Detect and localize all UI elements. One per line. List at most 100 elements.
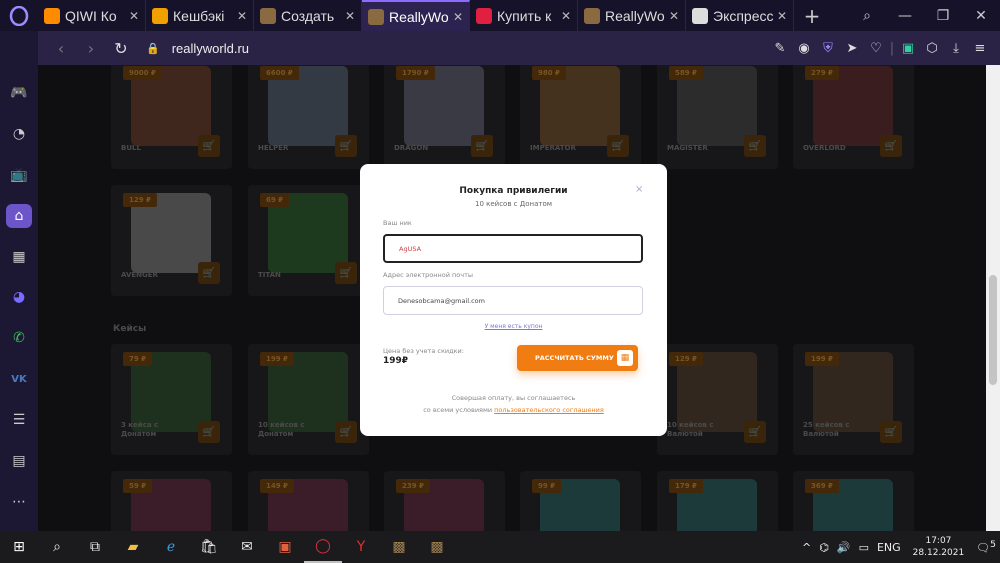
- terms-text: Совершая оплату, вы соглашаетесь со всем…: [360, 392, 667, 416]
- calculator-icon: ▦: [617, 350, 633, 366]
- tab-3[interactable]: ReallyWo ✕: [362, 0, 470, 31]
- scrollbar[interactable]: [986, 65, 1000, 531]
- extension-icon[interactable]: ▣: [896, 41, 920, 56]
- camera-icon[interactable]: ◉: [792, 41, 816, 56]
- tray-display-icon[interactable]: ▭: [855, 541, 873, 554]
- tab-close-icon[interactable]: ✕: [237, 9, 247, 23]
- send-icon[interactable]: ➤: [840, 41, 864, 56]
- minecraft-launcher-icon[interactable]: ▩: [418, 531, 456, 563]
- new-tab-button[interactable]: +: [794, 0, 830, 31]
- mail-icon[interactable]: ✉: [228, 531, 266, 563]
- terms-link[interactable]: пользовательского соглашения: [494, 406, 604, 414]
- tv-icon[interactable]: 📺: [6, 163, 32, 187]
- clock-date: 28.12.2021: [912, 548, 965, 558]
- edit-icon[interactable]: ✎: [768, 41, 792, 56]
- clock[interactable]: 17:07 28.12.2021: [905, 535, 973, 559]
- minecraft-icon[interactable]: ▩: [380, 531, 418, 563]
- tray-network-icon[interactable]: ⌬: [815, 541, 833, 554]
- tab-close-icon[interactable]: ✕: [453, 10, 463, 24]
- store-icon[interactable]: 🛍: [190, 531, 228, 563]
- messenger-icon[interactable]: ◕: [6, 286, 32, 310]
- terms-line-2-text: со всеми условиями: [423, 406, 493, 414]
- vpn-shield-icon[interactable]: ⛨: [816, 41, 840, 56]
- heart-icon[interactable]: ♡: [864, 41, 888, 56]
- cube-icon[interactable]: ⬡: [920, 41, 944, 56]
- notifications-icon[interactable]: 🗨5: [972, 539, 1000, 555]
- nick-label: Ваш ник: [383, 219, 412, 227]
- address-bar: ‹ › ↻ 🔒 reallyworld.ru ✎ ◉ ⛨ ➤ ♡ | ▣ ⬡ ⤓…: [38, 31, 1000, 65]
- edge-icon[interactable]: ℯ: [152, 531, 190, 563]
- back-icon[interactable]: ‹: [46, 39, 76, 58]
- terms-line-1: Совершая оплату, вы соглашаетесь: [451, 394, 576, 402]
- tab-1[interactable]: Кешбэкі ✕: [146, 0, 254, 31]
- search-icon[interactable]: ⌕: [38, 531, 76, 563]
- tab-5[interactable]: ReallyWo ✕: [578, 0, 686, 31]
- calculate-button-label: РАССЧИТАТЬ СУММУ: [535, 354, 614, 362]
- divider: |: [889, 40, 895, 56]
- windows-taskbar: ⊞ ⌕ ⧉ ▰ ℯ 🛍 ✉ ▣ ◯ Y ▩ ▩ ^ ⌬ 🔊 ▭ ENG 17:0…: [0, 531, 1000, 563]
- controller-icon[interactable]: ▦: [6, 245, 32, 269]
- modal-title: Покупка привилегии: [459, 186, 568, 196]
- tab-close-icon[interactable]: ✕: [669, 9, 679, 23]
- tab-6[interactable]: Экспресс ✕: [686, 0, 794, 31]
- email-input[interactable]: Denesobcama@gmail.com: [383, 286, 643, 315]
- lock-icon: 🔒: [146, 42, 160, 55]
- tab-2[interactable]: Создать ✕: [254, 0, 362, 31]
- opera-taskbar-icon[interactable]: ◯: [304, 531, 342, 563]
- coupon-link[interactable]: У меня есть купон: [360, 323, 667, 330]
- tab-close-icon[interactable]: ✕: [129, 9, 139, 23]
- close-window-icon[interactable]: ✕: [962, 0, 1000, 31]
- tab-title: QIWI Ко: [65, 7, 117, 24]
- purchase-modal: Покупка привилегии 10 кейсов с Донатом ×…: [360, 164, 667, 436]
- tab-close-icon[interactable]: ✕: [561, 9, 571, 23]
- tab-favicon-icon: [692, 7, 708, 24]
- system-tray: ^ ⌬ 🔊 ▭ ENG 17:07 28.12.2021 🗨5: [798, 535, 1000, 559]
- app-icon[interactable]: ▣: [266, 531, 304, 563]
- task-view-icon[interactable]: ⧉: [76, 531, 114, 563]
- gamepad-icon[interactable]: 🎮: [6, 81, 32, 105]
- scrollbar-thumb[interactable]: [989, 275, 997, 385]
- clock-time: 17:07: [925, 536, 952, 546]
- window-controls: ⌕ — ❐ ✕: [848, 0, 1000, 31]
- price-label: Цена без учета скидки:: [383, 347, 464, 355]
- chip-icon[interactable]: ▤: [6, 449, 32, 473]
- tray-volume-icon[interactable]: 🔊: [833, 541, 855, 554]
- more-icon[interactable]: ⋯: [6, 490, 32, 514]
- price-value: 199₽: [383, 356, 409, 366]
- tab-favicon-icon: [44, 7, 60, 24]
- tab-bar: QIWI Ко ✕ Кешбэкі ✕ Создать ✕ ReallyWo ✕ Купить …: [0, 0, 1000, 31]
- opera-sidebar: 🎮 ◔ 📺 ⌂ ▦ ◕ ✆ VK ☰ ▤ ⋯: [0, 31, 38, 531]
- opera-logo-icon[interactable]: [0, 0, 38, 31]
- file-explorer-icon[interactable]: ▰: [114, 531, 152, 563]
- tab-close-icon[interactable]: ✕: [777, 9, 787, 23]
- tab-0[interactable]: QIWI Ко ✕: [38, 0, 146, 31]
- tab-favicon-icon: [152, 7, 168, 24]
- menu-icon[interactable]: ≡: [968, 41, 992, 56]
- restore-icon[interactable]: ❐: [924, 0, 962, 31]
- tab-title: Купить к: [497, 7, 552, 24]
- download-icon[interactable]: ⤓: [944, 41, 968, 56]
- tab-title: Экспресс: [713, 7, 773, 24]
- close-icon[interactable]: ×: [635, 184, 643, 195]
- tab-title: Создать: [281, 7, 335, 24]
- reload-icon[interactable]: ↻: [106, 39, 136, 58]
- windows-start-icon[interactable]: ⊞: [0, 531, 38, 563]
- whatsapp-icon[interactable]: ✆: [6, 326, 32, 350]
- tray-arrow-icon[interactable]: ^: [798, 541, 815, 554]
- forward-icon[interactable]: ›: [76, 39, 106, 58]
- tab-close-icon[interactable]: ✕: [345, 9, 355, 23]
- minimize-icon[interactable]: —: [886, 0, 924, 31]
- vk-icon[interactable]: VK: [6, 367, 32, 391]
- url-field[interactable]: 🔒 reallyworld.ru: [146, 41, 249, 56]
- opera-gx-icon[interactable]: ◔: [6, 122, 32, 146]
- address-bar-tools: ✎ ◉ ⛨ ➤ ♡ | ▣ ⬡ ⤓ ≡: [768, 41, 992, 56]
- yandex-icon[interactable]: Y: [342, 531, 380, 563]
- home-icon[interactable]: ⌂: [6, 203, 32, 228]
- storage-icon[interactable]: ☰: [6, 408, 32, 432]
- calculate-button[interactable]: РАССЧИТАТЬ СУММУ ▦: [517, 345, 638, 371]
- url-text: reallyworld.ru: [171, 40, 250, 56]
- tray-language[interactable]: ENG: [873, 541, 905, 554]
- search-tabs-icon[interactable]: ⌕: [848, 0, 886, 31]
- tab-4[interactable]: Купить к ✕: [470, 0, 578, 31]
- nick-input[interactable]: AgUSA: [383, 234, 643, 263]
